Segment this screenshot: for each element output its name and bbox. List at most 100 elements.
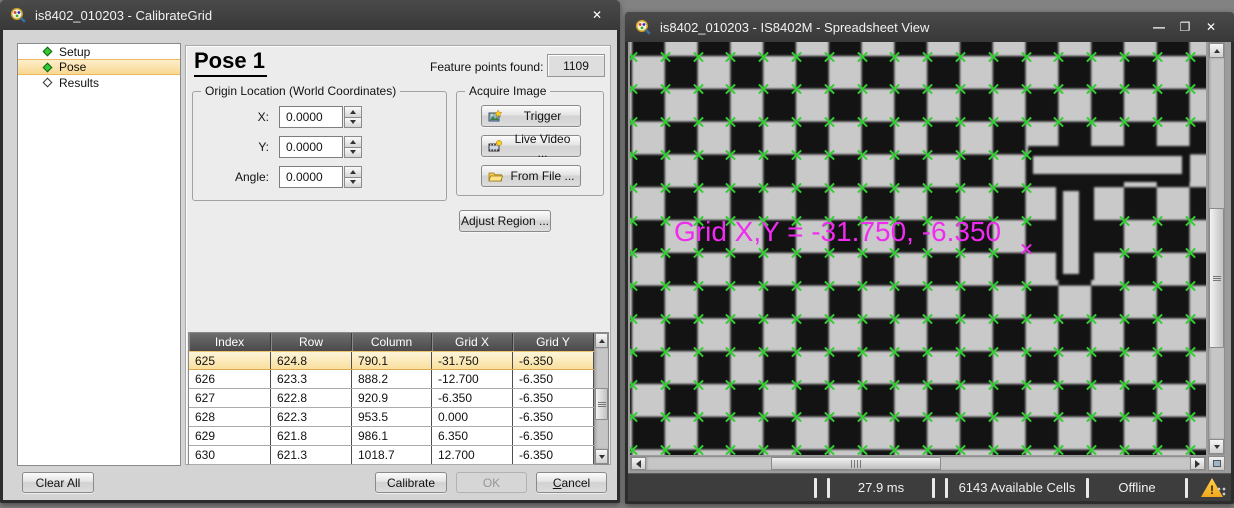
scroll-track[interactable] <box>595 348 608 449</box>
column-header[interactable]: Grid Y <box>513 333 594 351</box>
scroll-thumb[interactable] <box>1209 208 1224 348</box>
scroll-track[interactable] <box>646 457 1190 470</box>
maximize-icon[interactable]: ❐ <box>1172 17 1198 37</box>
sidebar-item-setup[interactable]: Setup <box>18 44 180 59</box>
column-header[interactable]: Row <box>271 333 352 351</box>
grid-corner-marker <box>954 411 967 424</box>
grid-corner-marker <box>1020 181 1033 194</box>
cancel-button[interactable]: Cancel <box>536 472 607 493</box>
scroll-down-icon[interactable] <box>1209 439 1224 454</box>
scroll-left-icon[interactable] <box>631 457 646 470</box>
adjust-region-button[interactable]: Adjust Region ... <box>459 210 551 232</box>
sidebar-item-pose[interactable]: Pose <box>18 59 180 75</box>
table-row[interactable]: 629621.8986.16.350-6.350 <box>189 427 594 446</box>
scroll-thumb[interactable] <box>595 388 608 420</box>
calibrate-button[interactable]: Calibrate <box>375 472 447 493</box>
column-header[interactable]: Column <box>352 333 432 351</box>
grid-corner-marker <box>1052 378 1065 391</box>
clear-all-button[interactable]: Clear All <box>22 472 94 493</box>
grid-corner-marker <box>823 345 836 358</box>
table-grid: IndexRowColumnGrid XGrid Y625624.8790.1-… <box>189 333 594 464</box>
scroll-track[interactable] <box>1209 58 1224 439</box>
grid-corner-marker <box>724 280 737 293</box>
grid-corner-marker <box>888 312 901 325</box>
grid-corner-marker <box>987 345 1000 358</box>
spreadsheet-titlebar[interactable]: is8402_010203 - IS8402M - Spreadsheet Vi… <box>625 12 1234 42</box>
live-video-button[interactable]: Live Video ... <box>481 135 581 157</box>
y-field-label: Y: <box>193 140 279 154</box>
table-row[interactable]: 630621.31018.712.700-6.350 <box>189 446 594 465</box>
grid-corner-marker <box>1184 247 1197 260</box>
sidebar-item-results[interactable]: Results <box>18 75 180 90</box>
grid-corner-marker <box>888 116 901 129</box>
grid-corner-marker <box>1184 116 1197 129</box>
view-options-button[interactable] <box>1208 456 1225 471</box>
scroll-up-icon[interactable] <box>1209 43 1224 58</box>
window-glyph-icon <box>1213 460 1221 467</box>
table-row[interactable]: 627622.8920.9-6.350-6.350 <box>189 389 594 408</box>
table-cell: 626 <box>189 370 271 388</box>
grid-corner-marker <box>921 181 934 194</box>
status-bar: 27.9 ms 6143 Available Cells Offline ! <box>628 473 1231 501</box>
grid-corner-marker <box>921 378 934 391</box>
camera-image-view[interactable]: Grid X,Y = -31.750, -6.350 <box>630 42 1206 455</box>
ok-button[interactable]: OK <box>456 472 527 493</box>
grid-corner-marker <box>724 148 737 161</box>
grid-corner-marker <box>1020 378 1033 391</box>
x-field[interactable]: 0.0000 <box>279 106 343 128</box>
angle-spin-down-button[interactable] <box>344 177 362 189</box>
table-cell: -6.350 <box>432 389 513 407</box>
grid-corner-marker <box>692 280 705 293</box>
close-icon[interactable]: ✕ <box>584 5 610 25</box>
scroll-up-icon[interactable] <box>595 333 608 348</box>
diamond-pending-icon <box>43 78 53 88</box>
grid-corner-marker <box>1118 116 1131 129</box>
resize-grip[interactable] <box>1217 487 1229 499</box>
grid-corner-marker <box>987 444 1000 455</box>
grid-corner-marker <box>823 247 836 260</box>
minimize-icon[interactable]: — <box>1146 17 1172 37</box>
scroll-down-icon[interactable] <box>595 449 608 464</box>
trigger-button[interactable]: Trigger <box>481 105 581 127</box>
grid-corner-marker <box>1085 444 1098 455</box>
calibrategrid-titlebar[interactable]: is8402_010203 - CalibrateGrid ✕ <box>0 0 620 30</box>
grid-corner-marker <box>659 444 672 455</box>
grid-corner-marker <box>692 444 705 455</box>
table-cell: 0.000 <box>432 408 513 426</box>
grid-corner-marker <box>724 50 737 63</box>
image-horizontal-scrollbar[interactable] <box>630 456 1206 471</box>
table-cell: 630 <box>189 446 271 464</box>
grid-corner-marker <box>757 247 770 260</box>
table-cell: -6.350 <box>513 370 594 388</box>
grid-corner-marker <box>1052 444 1065 455</box>
grid-corner-marker <box>954 181 967 194</box>
angle-field[interactable]: 0.0000 <box>279 166 343 188</box>
grid-corner-marker <box>856 312 869 325</box>
x-spin-down-button[interactable] <box>344 117 362 129</box>
grid-corner-marker <box>757 50 770 63</box>
column-header[interactable]: Grid X <box>432 333 513 351</box>
dialog-client-area: Setup Pose Results Pose 1 Feature points… <box>3 30 617 500</box>
grid-corner-marker <box>856 247 869 260</box>
close-icon[interactable]: ✕ <box>1198 17 1224 37</box>
y-spin-down-button[interactable] <box>344 147 362 159</box>
from-file-button[interactable]: From File ... <box>481 165 581 187</box>
column-header[interactable]: Index <box>189 333 271 351</box>
scroll-right-icon[interactable] <box>1190 457 1205 470</box>
grid-corner-marker <box>692 345 705 358</box>
table-row[interactable]: 628622.3953.50.000-6.350 <box>189 408 594 427</box>
y-field[interactable]: 0.0000 <box>279 136 343 158</box>
grid-corner-marker <box>630 116 639 129</box>
image-vertical-scrollbar[interactable] <box>1208 42 1225 455</box>
table-scrollbar[interactable] <box>594 333 608 464</box>
grid-corner-marker <box>954 312 967 325</box>
grid-corner-marker <box>790 50 803 63</box>
table-row[interactable]: 626623.3888.2-12.700-6.350 <box>189 370 594 389</box>
grid-corner-marker <box>1085 411 1098 424</box>
steps-listbox[interactable]: Setup Pose Results <box>17 43 181 466</box>
table-row[interactable]: 625624.8790.1-31.750-6.350 <box>189 351 594 370</box>
window-title: is8402_010203 - CalibrateGrid <box>35 8 584 23</box>
grid-corner-marker <box>630 83 639 96</box>
grid-corner-marker <box>823 280 836 293</box>
scroll-thumb[interactable] <box>771 457 941 470</box>
